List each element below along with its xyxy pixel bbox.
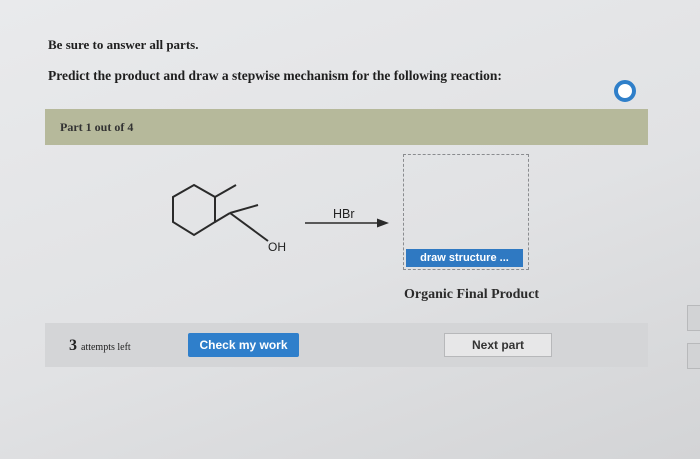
part-label: Part 1 out of 4 <box>60 120 134 134</box>
progress-ring-icon[interactable] <box>614 80 636 102</box>
hydroxyl-label: OH <box>268 240 286 254</box>
side-tab-bottom[interactable] <box>687 343 700 369</box>
next-part-button[interactable]: Next part <box>444 333 552 357</box>
attempts-indicator: 3 attempts left <box>69 337 131 355</box>
reaction-arrow-icon <box>305 218 389 228</box>
part-header: Part 1 out of 4 <box>45 109 648 145</box>
instruction-answer-all: Be sure to answer all parts. <box>48 37 199 52</box>
action-bar: 3 attempts left Check my work Next part <box>45 323 648 367</box>
product-caption: Organic Final Product <box>404 287 540 302</box>
side-tab-top[interactable] <box>687 305 700 331</box>
question-prompt: Predict the product and draw a stepwise … <box>48 68 502 83</box>
draw-structure-button[interactable]: draw structure ... <box>406 249 523 267</box>
attempts-text: attempts left <box>81 342 131 353</box>
attempts-count: 3 <box>69 337 77 354</box>
check-my-work-button[interactable]: Check my work <box>188 333 299 357</box>
